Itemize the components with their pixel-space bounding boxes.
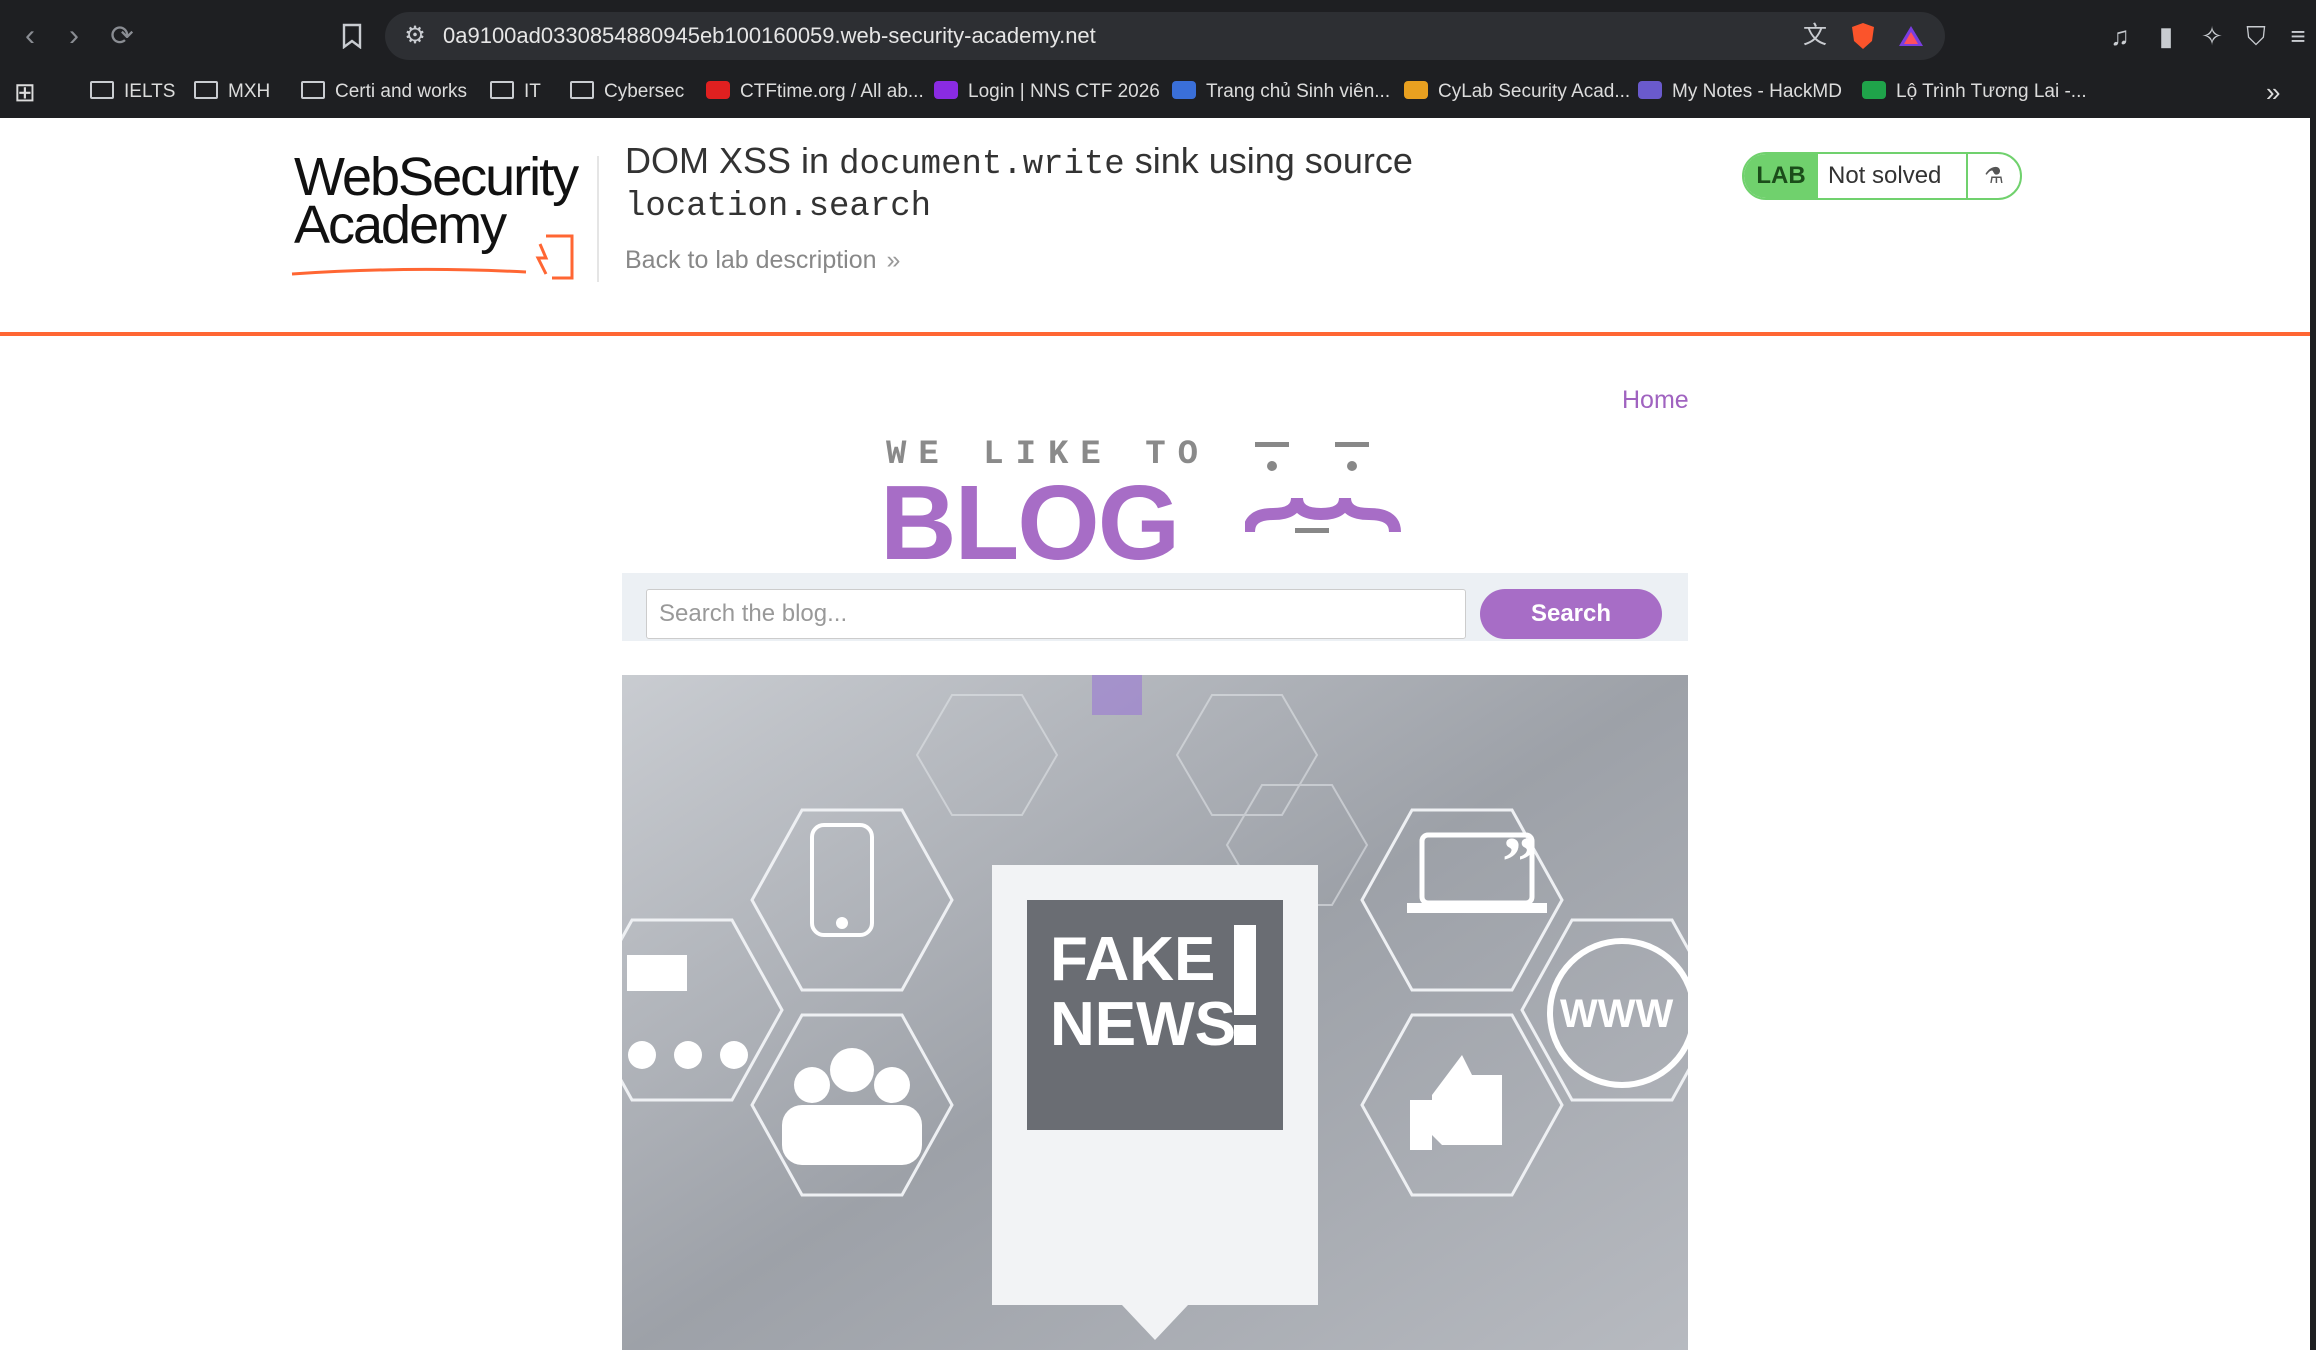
bookmark-label: CyLab Security Acad... bbox=[1438, 81, 1631, 102]
nns-favicon-icon bbox=[934, 80, 958, 99]
double-chevron-right-icon: » bbox=[886, 246, 901, 274]
search-box: Search bbox=[622, 573, 1688, 641]
web-security-academy-logo[interactable]: WebSecurity Academy bbox=[290, 148, 590, 280]
bookmark-nns-ctf[interactable]: Login | NNS CTF 2026 bbox=[934, 70, 1160, 114]
folder-icon bbox=[194, 80, 218, 99]
blog-face-icon bbox=[1245, 442, 1401, 533]
bookmark-label: Trang chủ Sinh viên... bbox=[1206, 81, 1391, 102]
lab-title-code-sink: document.write bbox=[839, 146, 1125, 184]
bookmarks-bar: ⊞ IELTS MXH Certi and works IT Cybersec … bbox=[0, 70, 2316, 114]
sheets-favicon-icon bbox=[1862, 80, 1886, 99]
logo-underline-icon bbox=[291, 267, 527, 276]
folder-icon bbox=[301, 80, 325, 99]
cylab-favicon-icon bbox=[1404, 80, 1428, 99]
site-settings-icon[interactable]: ⚙ bbox=[395, 12, 435, 60]
leo-ai-icon[interactable]: ✧ bbox=[2192, 10, 2232, 62]
image-www-text: WWW bbox=[1560, 992, 1674, 1036]
blog-post-image[interactable]: FAKE NEWS ” WWW bbox=[622, 675, 1688, 1350]
reload-icon[interactable]: ⟳ bbox=[100, 10, 144, 62]
lab-header: WebSecurity Academy DOM XSS in document.… bbox=[0, 118, 2310, 336]
hackmd-favicon-icon bbox=[1638, 80, 1662, 99]
browser-toolbar: ‹ › ⟳ ⚙ 0a9100ad0330854880945eb100160059… bbox=[0, 10, 2316, 62]
flask-icon: ⚗ bbox=[1966, 154, 2020, 198]
bookmark-cylab[interactable]: CyLab Security Acad... bbox=[1404, 70, 1630, 114]
brave-rewards-icon[interactable] bbox=[1891, 12, 1931, 60]
lab-title-mid: sink using source bbox=[1124, 140, 1413, 181]
bookmark-label: Cybersec bbox=[604, 81, 685, 102]
back-link-label: Back to lab description bbox=[625, 246, 877, 274]
lab-status-text: Not solved bbox=[1828, 162, 1942, 189]
bookmark-label: MXH bbox=[228, 81, 271, 102]
search-input[interactable] bbox=[646, 589, 1466, 639]
bookmark-label: IT bbox=[524, 81, 541, 102]
svg-text:”: ” bbox=[1502, 824, 1537, 901]
lab-status-widget: LAB Not solved ⚗ bbox=[1742, 152, 2022, 200]
search-button[interactable]: Search bbox=[1480, 589, 1662, 639]
lab-title-code-source: location.search bbox=[625, 188, 932, 226]
bookmark-ctftime[interactable]: CTFtime.org / All ab... bbox=[706, 70, 924, 114]
bookmark-folder-mxh[interactable]: MXH bbox=[194, 70, 270, 114]
bookmark-folder-ielts[interactable]: IELTS bbox=[90, 70, 175, 114]
music-icon[interactable]: ♫ bbox=[2100, 10, 2140, 62]
lab-title-prefix: DOM XSS in bbox=[625, 140, 840, 181]
header-divider bbox=[597, 156, 599, 282]
bookmark-folder-cybersec[interactable]: Cybersec bbox=[570, 70, 684, 114]
apps-grid-icon[interactable]: ⊞ bbox=[14, 70, 36, 114]
browser-chrome: ‹ › ⟳ ⚙ 0a9100ad0330854880945eb100160059… bbox=[0, 0, 2316, 118]
nav-home-link[interactable]: Home bbox=[1622, 386, 1689, 415]
back-arrow-icon[interactable]: ‹ bbox=[8, 10, 52, 62]
forward-arrow-icon[interactable]: › bbox=[52, 10, 96, 62]
blog-banner: WE LIKE TO BLOG bbox=[880, 436, 1425, 576]
menu-icon[interactable]: ≡ bbox=[2280, 10, 2316, 62]
ctftime-favicon-icon bbox=[706, 80, 730, 99]
bookmark-lo-trinh[interactable]: Lộ Trình Tương Lai -... bbox=[1862, 70, 2087, 114]
lab-badge: LAB bbox=[1744, 154, 1818, 198]
bookmark-label: My Notes - HackMD bbox=[1672, 81, 1842, 102]
logo-line2: Academy bbox=[294, 195, 507, 255]
bookmark-label: IELTS bbox=[124, 81, 176, 102]
address-bar[interactable]: ⚙ 0a9100ad0330854880945eb100160059.web-s… bbox=[385, 12, 1945, 60]
url-text: 0a9100ad0330854880945eb100160059.web-sec… bbox=[443, 23, 1096, 48]
bookmark-label: Lộ Trình Tương Lai -... bbox=[1896, 81, 2087, 102]
banner-blog-word: BLOG bbox=[880, 464, 1180, 582]
bookmark-folder-it[interactable]: IT bbox=[490, 70, 541, 114]
vpn-shield-icon[interactable]: ⛉ bbox=[2236, 10, 2276, 62]
bookmark-hackmd[interactable]: My Notes - HackMD bbox=[1638, 70, 1842, 114]
lab-title: DOM XSS in document.write sink using sou… bbox=[625, 140, 1525, 227]
back-to-lab-description-link[interactable]: Back to lab description » bbox=[625, 246, 900, 275]
student-portal-favicon-icon bbox=[1172, 80, 1196, 99]
bookmark-folder-certi[interactable]: Certi and works bbox=[301, 70, 467, 114]
web-page: WebSecurity Academy DOM XSS in document.… bbox=[0, 118, 2310, 1350]
bookmark-sinh-vien[interactable]: Trang chủ Sinh viên... bbox=[1172, 70, 1390, 114]
bookmark-label: Login | NNS CTF 2026 bbox=[968, 81, 1160, 102]
folder-icon bbox=[490, 80, 514, 99]
image-fake-text: FAKE bbox=[1050, 925, 1215, 994]
image-news-text: NEWS bbox=[1050, 990, 1236, 1059]
bookmark-label: CTFtime.org / All ab... bbox=[740, 81, 924, 102]
more-bookmarks-icon[interactable]: » bbox=[2266, 70, 2280, 114]
translate-icon[interactable]: 文 bbox=[1795, 12, 1835, 60]
folder-icon bbox=[90, 80, 114, 99]
fake-news-illustration: FAKE NEWS ” WWW bbox=[622, 675, 1688, 1350]
bookmark-label: Certi and works bbox=[335, 81, 467, 102]
bookmark-icon[interactable] bbox=[330, 10, 374, 62]
sidebar-toggle-icon[interactable]: ▮ bbox=[2146, 10, 2186, 62]
brave-shield-icon[interactable] bbox=[1843, 12, 1883, 60]
folder-icon bbox=[570, 80, 594, 99]
